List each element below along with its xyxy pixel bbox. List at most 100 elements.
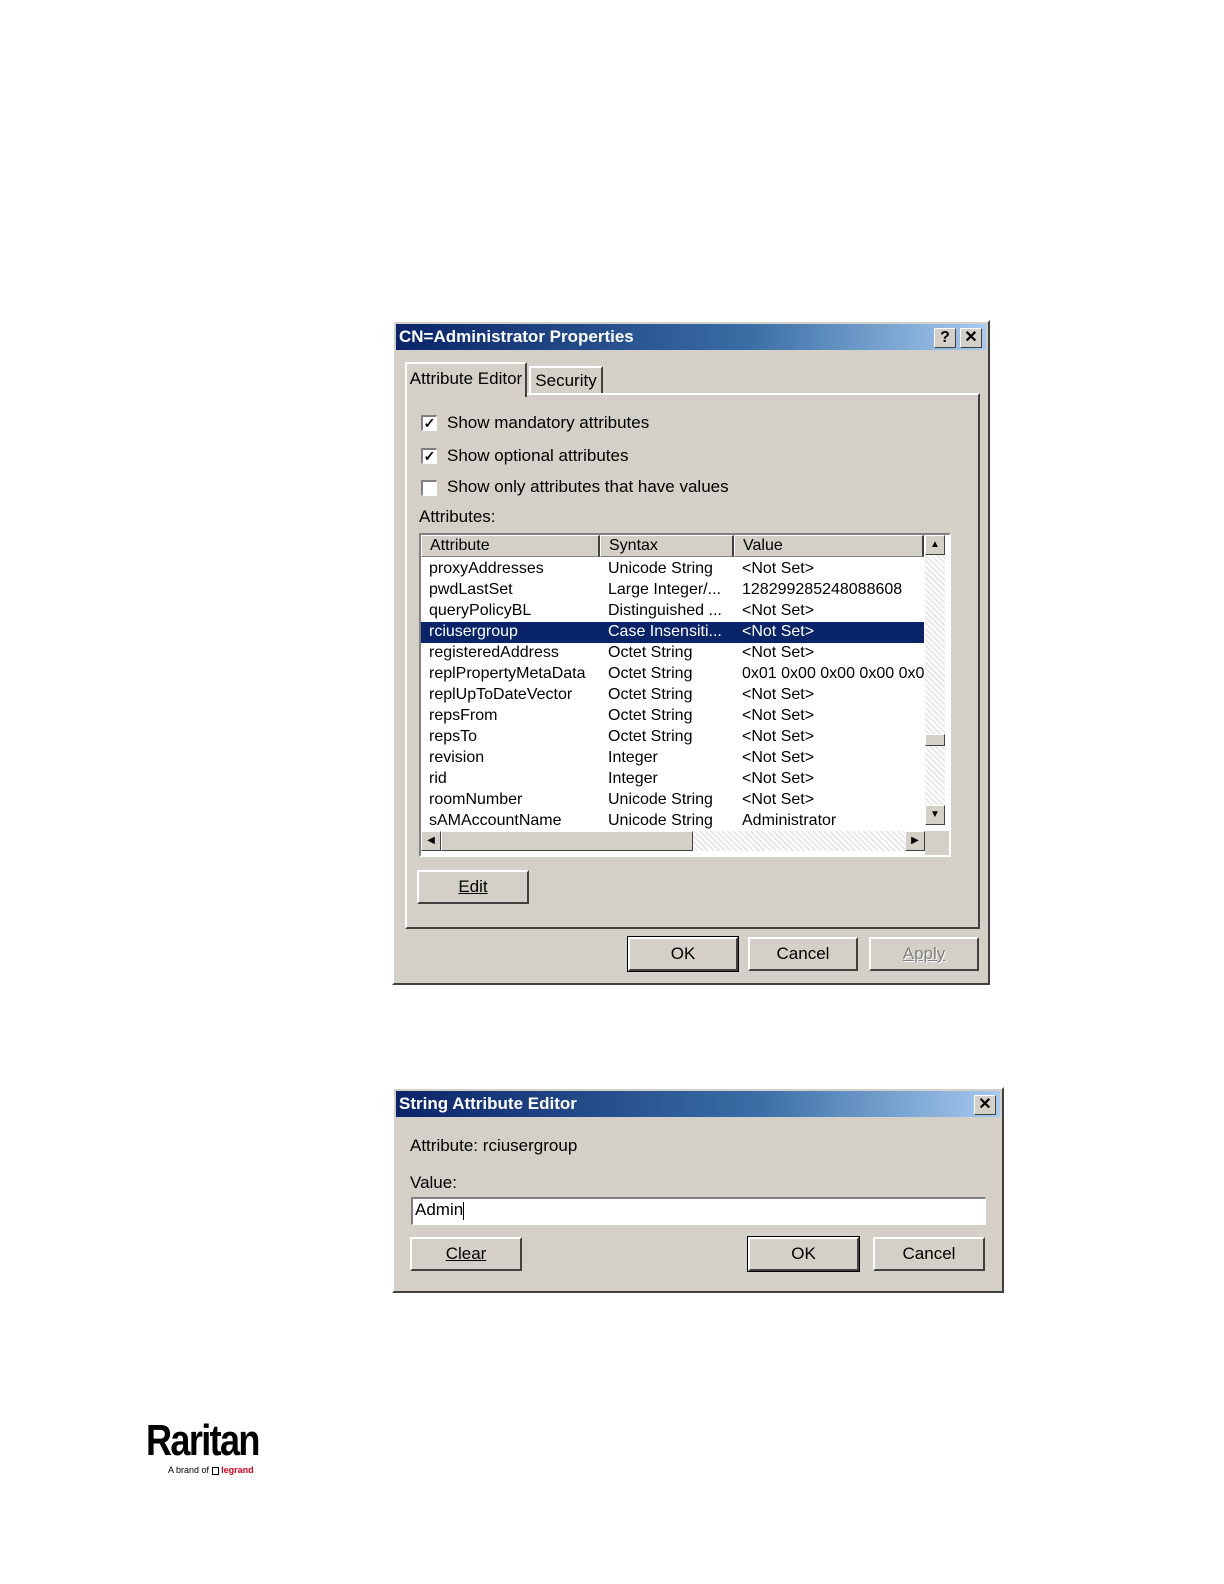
table-row[interactable]: repsFrom Octet String <Not Set> <box>421 706 924 727</box>
value-cell: <Not Set> <box>742 728 815 745</box>
properties-dialog-titlebar[interactable]: CN=Administrator Properties ? ✕ <box>396 324 986 350</box>
syntax-cell: Distinguished ... <box>608 602 722 619</box>
edit-button[interactable]: Edit <box>417 870 529 904</box>
checkbox-show-optional-label[interactable]: Show optional attributes <box>447 446 628 466</box>
value-input-text: Admin <box>415 1200 464 1219</box>
table-row[interactable]: rid Integer <Not Set> <box>421 769 924 790</box>
help-icon[interactable]: ? <box>934 328 956 348</box>
scroll-up-button[interactable]: ▲ <box>925 535 945 555</box>
value-cell: <Not Set> <box>742 707 815 724</box>
ok-button-label: OK <box>670 944 696 963</box>
syntax-cell: Octet String <box>608 686 693 703</box>
scroll-right-button[interactable]: ▶ <box>905 831 925 851</box>
attribute-cell: repsTo <box>429 728 478 745</box>
attribute-cell: replUpToDateVector <box>429 686 573 703</box>
raritan-logo: Raritan A brand of legrand <box>146 1418 276 1482</box>
clear-button[interactable]: Clear <box>410 1237 522 1271</box>
attribute-cell: replPropertyMetaData <box>429 665 586 682</box>
horizontal-scroll-thumb[interactable] <box>441 831 693 851</box>
syntax-cell: Large Integer/... <box>608 581 721 598</box>
value-cell: <Not Set> <box>742 791 815 808</box>
column-header-value[interactable]: Value <box>734 535 924 557</box>
value-cell: <Not Set> <box>742 686 815 703</box>
table-row[interactable]: proxyAddresses Unicode String <Not Set> <box>421 559 924 580</box>
edit-button-label: Edit <box>458 877 488 896</box>
value-cell: <Not Set> <box>742 623 815 640</box>
string-editor-ok-button[interactable]: OK <box>747 1236 860 1272</box>
value-label: Value: <box>410 1173 457 1192</box>
column-header-attribute[interactable]: Attribute <box>421 535 600 557</box>
ok-button[interactable]: OK <box>627 936 739 972</box>
attribute-cell: pwdLastSet <box>429 581 513 598</box>
attribute-cell: rciusergroup <box>429 623 518 640</box>
checkbox-show-optional[interactable]: ✓ <box>421 448 437 464</box>
clear-button-label: Clear <box>445 1244 487 1263</box>
syntax-cell: Case Insensiti... <box>608 623 722 640</box>
cancel-button[interactable]: Cancel <box>748 937 858 971</box>
close-icon[interactable]: ✕ <box>960 328 982 348</box>
syntax-cell: Unicode String <box>608 560 713 577</box>
value-cell: 0x01 0x00 0x00 0x00 0x0 <box>742 665 924 682</box>
scroll-left-button[interactable]: ◀ <box>421 831 441 851</box>
apply-button[interactable]: Apply <box>869 937 979 971</box>
table-row[interactable]: sAMAccountName Unicode String Administrato… <box>421 811 924 832</box>
column-header-syntax[interactable]: Syntax <box>600 535 734 557</box>
syntax-cell: Octet String <box>608 665 693 682</box>
attribute-name: rciusergroup <box>482 1136 578 1155</box>
attribute-cell: sAMAccountName <box>429 812 562 829</box>
logo-tagline-prefix: A brand of <box>168 1465 210 1475</box>
syntax-cell: Integer <box>608 770 658 787</box>
syntax-cell: Integer <box>608 749 658 766</box>
table-row[interactable]: replUpToDateVector Octet String <Not Set> <box>421 685 924 706</box>
table-row[interactable]: repsTo Octet String <Not Set> <box>421 727 924 748</box>
value-cell: <Not Set> <box>742 770 815 787</box>
checkbox-show-mandatory[interactable]: ✓ <box>421 415 437 431</box>
vertical-scroll-track[interactable] <box>925 555 945 805</box>
attributes-label: Attributes: <box>419 507 496 526</box>
table-row[interactable]: pwdLastSet Large Integer/... 1282992852480… <box>421 580 924 601</box>
value-cell: Administrator <box>742 812 837 829</box>
attributes-list[interactable]: Attribute Syntax Value proxyAddresses Uni… <box>419 533 951 857</box>
attribute-cell: queryPolicyBL <box>429 602 532 619</box>
table-row[interactable]: queryPolicyBL Distinguished ... <Not Set> <box>421 601 924 622</box>
checkbox-show-mandatory-label[interactable]: Show mandatory attributes <box>447 413 649 433</box>
attribute-cell: repsFrom <box>429 707 498 724</box>
value-input[interactable]: Admin <box>411 1197 986 1225</box>
table-row[interactable]: revision Integer <Not Set> <box>421 748 924 769</box>
string-editor-title: String Attribute Editor <box>399 1094 577 1113</box>
attribute-cell: proxyAddresses <box>429 560 544 577</box>
syntax-cell: Octet String <box>608 707 693 724</box>
attribute-cell: roomNumber <box>429 791 523 808</box>
checkbox-show-only-with-values-label[interactable]: Show only attributes that have values <box>447 477 729 497</box>
logo-tagline-brand: legrand <box>221 1465 254 1475</box>
syntax-cell: Unicode String <box>608 791 713 808</box>
table-row[interactable]: registeredAddress Octet String <Not Set> <box>421 643 924 664</box>
string-editor-cancel-button[interactable]: Cancel <box>873 1237 985 1271</box>
value-cell: 128299285248088608 <box>742 581 903 598</box>
value-cell: <Not Set> <box>742 560 815 577</box>
apply-button-label: Apply <box>902 944 946 963</box>
value-cell: <Not Set> <box>742 749 815 766</box>
properties-dialog-title: CN=Administrator Properties <box>399 327 634 346</box>
cancel-button-label: Cancel <box>776 944 830 963</box>
checkbox-show-only-with-values[interactable] <box>421 480 437 496</box>
table-row[interactable]: roomNumber Unicode String <Not Set> <box>421 790 924 811</box>
attribute-cell: revision <box>429 749 485 766</box>
string-editor-ok-label: OK <box>791 1244 816 1263</box>
syntax-cell: Octet String <box>608 728 693 745</box>
scroll-down-button[interactable]: ▼ <box>925 805 945 825</box>
tab-attribute-editor-label: Attribute Editor <box>409 369 523 388</box>
close-icon[interactable]: ✕ <box>974 1095 996 1115</box>
attribute-caption-label: Attribute: <box>410 1136 479 1155</box>
tab-attribute-editor[interactable]: Attribute Editor <box>405 362 527 397</box>
attribute-rows: proxyAddresses Unicode String <Not Set> pwd… <box>421 559 924 833</box>
string-editor-titlebar[interactable]: String Attribute Editor ✕ <box>396 1091 1000 1117</box>
attribute-editor-panel: ✓ Show mandatory attributes ✓ Show optio… <box>405 393 980 929</box>
syntax-cell: Octet String <box>608 644 693 661</box>
value-cell: <Not Set> <box>742 602 815 619</box>
table-row[interactable]: rciusergroup Case Insensiti... <Not Set> <box>421 622 924 643</box>
attribute-cell: rid <box>429 770 447 787</box>
table-row[interactable]: replPropertyMetaData Octet String 0x01 0x0… <box>421 664 924 685</box>
tab-security[interactable]: Security <box>529 366 603 394</box>
vertical-scroll-thumb[interactable] <box>925 734 945 746</box>
